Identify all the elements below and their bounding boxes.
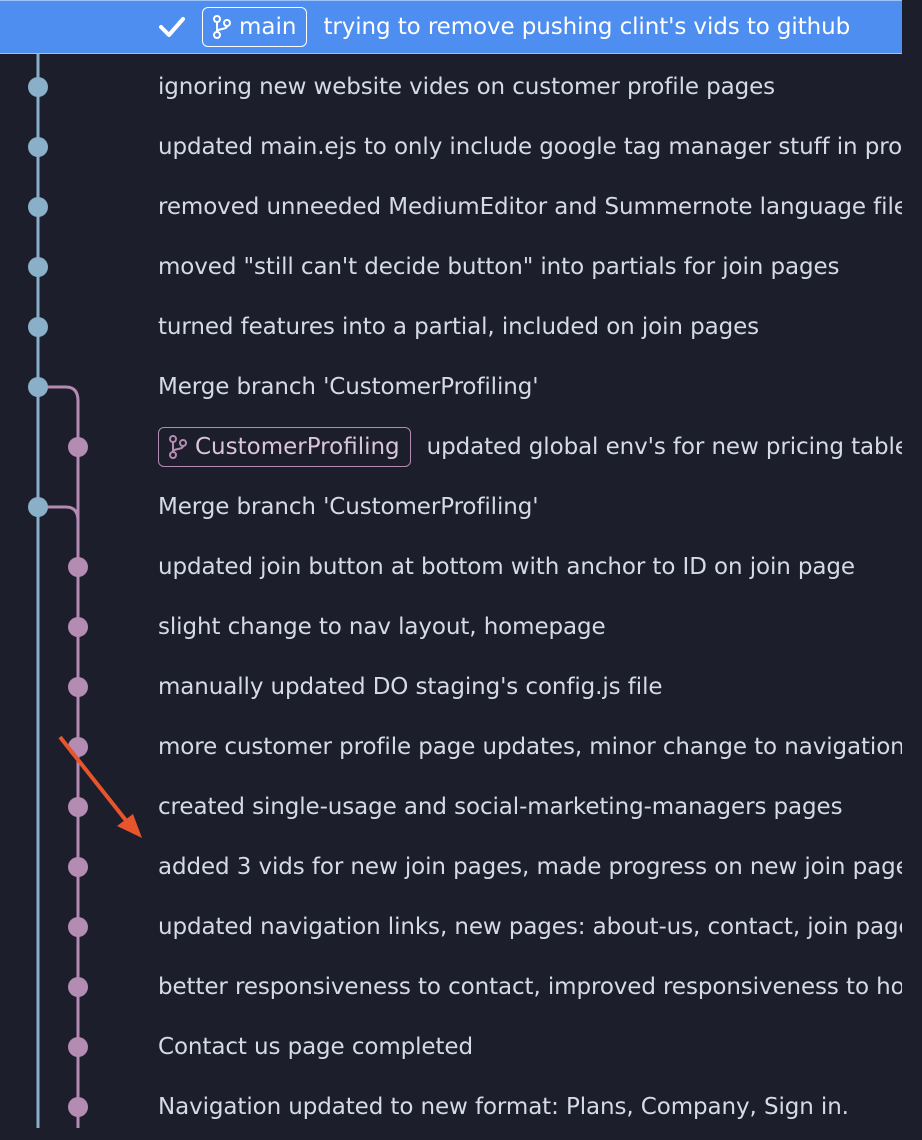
commit-row[interactable]: slight change to nav layout, homepage	[0, 597, 902, 657]
commit-row[interactable]: removed unneeded MediumEditor and Summer…	[0, 177, 902, 237]
commit-row[interactable]: more customer profile page updates, mino…	[0, 717, 902, 777]
branch-badge-label: CustomerProfiling	[195, 434, 400, 460]
commit-message: trying to remove pushing clint's vids to…	[323, 14, 851, 40]
branch-icon	[169, 435, 187, 459]
commit-row[interactable]: turned features into a partial, included…	[0, 297, 902, 357]
branch-badge-label: main	[239, 14, 297, 40]
commit-message: Merge branch 'CustomerProfiling'	[158, 374, 539, 400]
commit-message: removed unneeded MediumEditor and Summer…	[158, 194, 902, 220]
branch-icon	[213, 15, 231, 39]
commit-row[interactable]: updated join button at bottom with ancho…	[0, 537, 902, 597]
commit-message: Contact us page completed	[158, 1034, 473, 1060]
commit-row[interactable]: updated main.ejs to only include google …	[0, 117, 902, 177]
commit-message: more customer profile page updates, mino…	[158, 734, 902, 760]
commit-message: Navigation updated to new format: Plans,…	[158, 1094, 849, 1120]
commit-row[interactable]: Merge branch 'CustomerProfiling'	[0, 477, 902, 537]
commit-row-selected[interactable]: main trying to remove pushing clint's vid…	[0, 0, 902, 54]
commit-row[interactable]: Contact us page completed	[0, 1017, 902, 1077]
branch-badge-customerprofiling[interactable]: CustomerProfiling	[158, 427, 411, 467]
commit-message: updated navigation links, new pages: abo…	[158, 914, 902, 940]
commit-row[interactable]: better responsiveness to contact, improv…	[0, 957, 902, 1017]
commit-row[interactable]: manually updated DO staging's config.js …	[0, 657, 902, 717]
commit-row[interactable]: ignoring new website vides on customer p…	[0, 57, 902, 117]
commit-message: updated main.ejs to only include google …	[158, 134, 902, 160]
commit-message: created single-usage and social-marketin…	[158, 794, 843, 820]
commit-message: turned features into a partial, included…	[158, 314, 760, 340]
commit-row[interactable]: added 3 vids for new join pages, made pr…	[0, 837, 902, 897]
commit-message: manually updated DO staging's config.js …	[158, 674, 663, 700]
commit-message: slight change to nav layout, homepage	[158, 614, 606, 640]
commit-message: moved "still can't decide button" into p…	[158, 254, 840, 280]
panel-edge	[902, 0, 922, 1140]
commit-message: Merge branch 'CustomerProfiling'	[158, 494, 539, 520]
commit-row[interactable]: Navigation updated to new format: Plans,…	[0, 1077, 902, 1137]
commit-message: updated join button at bottom with ancho…	[158, 554, 855, 580]
branch-badge-main[interactable]: main	[202, 7, 308, 47]
commit-message: updated global env's for new pricing tab…	[426, 434, 902, 460]
commit-message: better responsiveness to contact, improv…	[158, 974, 902, 1000]
commit-message: ignoring new website vides on customer p…	[158, 74, 776, 100]
commit-row[interactable]: CustomerProfiling updated global env's fo…	[0, 417, 902, 477]
commit-history-panel: main trying to remove pushing clint's vid…	[0, 0, 922, 1140]
commit-row[interactable]: Merge branch 'CustomerProfiling'	[0, 357, 902, 417]
commit-row[interactable]: moved "still can't decide button" into p…	[0, 237, 902, 297]
commit-row[interactable]: created single-usage and social-marketin…	[0, 777, 902, 837]
checkmark-icon	[159, 17, 185, 37]
commit-row[interactable]: updated navigation links, new pages: abo…	[0, 897, 902, 957]
commit-message: added 3 vids for new join pages, made pr…	[158, 854, 902, 880]
